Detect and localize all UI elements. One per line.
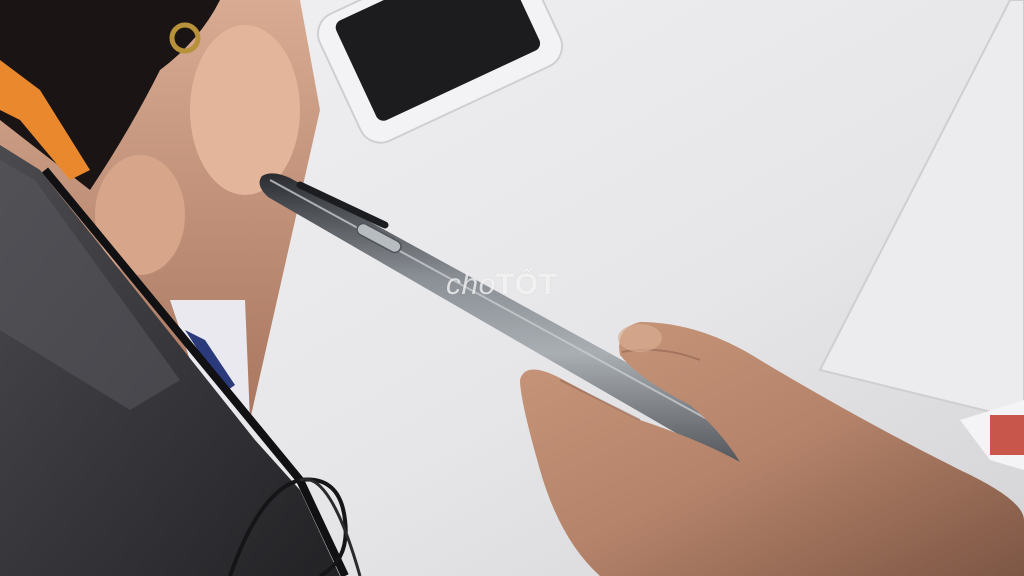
red-label — [990, 415, 1024, 455]
photo-illustration — [0, 0, 1024, 576]
photo-scene: choTỐT — [0, 0, 1024, 576]
poster-face-1 — [190, 25, 300, 195]
